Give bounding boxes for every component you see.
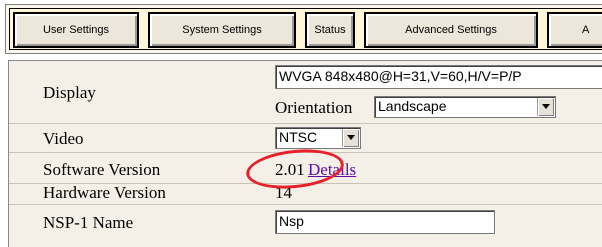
video-label: Video — [43, 129, 84, 148]
software-version-value: 2.01 — [275, 160, 305, 179]
chevron-down-icon[interactable] — [537, 98, 554, 116]
hardware-version-value: 14 — [275, 183, 292, 202]
video-value: NTSC — [279, 129, 318, 145]
tab-status[interactable]: Status — [305, 12, 355, 48]
orientation-select[interactable]: Landscape — [374, 96, 556, 118]
orientation-label: Orientation — [275, 98, 353, 117]
row-divider — [9, 152, 602, 153]
tab-advanced-settings[interactable]: Advanced Settings — [364, 12, 538, 48]
tab-bar: User Settings System Settings Status Adv… — [5, 4, 602, 54]
chevron-down-icon[interactable] — [342, 129, 359, 147]
software-version-label: Software Version — [43, 160, 161, 179]
display-label: Display — [43, 83, 96, 102]
tab-user-settings[interactable]: User Settings — [13, 12, 139, 48]
video-select[interactable]: NTSC — [275, 127, 361, 149]
row-divider — [9, 123, 602, 124]
details-link[interactable]: Details — [308, 160, 356, 180]
row-divider — [9, 204, 602, 205]
orientation-value: Landscape — [378, 98, 447, 114]
tab-bar-inner: User Settings System Settings Status Adv… — [9, 8, 602, 50]
nsp-name-label: NSP-1 Name — [43, 213, 134, 232]
settings-panel: Display WVGA 848x480@H=31,V=60,H/V=P/P O… — [8, 60, 602, 247]
hardware-version-label: Hardware Version — [43, 183, 166, 202]
tab-overflow[interactable]: A — [547, 12, 602, 48]
display-resolution-field[interactable]: WVGA 848x480@H=31,V=60,H/V=P/P — [275, 65, 602, 89]
tab-system-settings[interactable]: System Settings — [148, 12, 296, 48]
nsp-name-input[interactable]: Nsp — [275, 210, 495, 234]
